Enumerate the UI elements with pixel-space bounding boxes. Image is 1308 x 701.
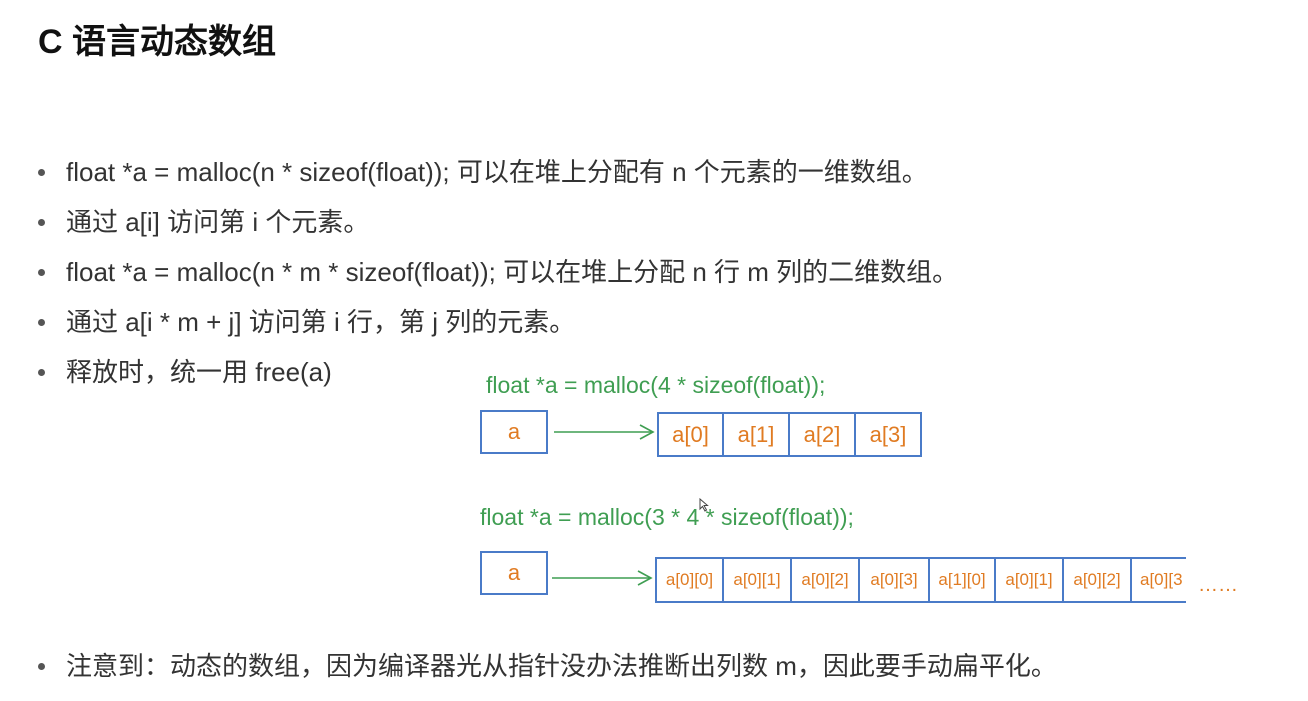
bullet-text: 通过 a[i * m + j] 访问第 i 行，第 j 列的元素。 (66, 307, 576, 337)
diagram2-cell: a[0][1] (994, 557, 1064, 603)
bullet-item: float *a = malloc(n * sizeof(float)); 可以… (36, 150, 958, 200)
diagram2-cell: a[0][3] (858, 557, 930, 603)
diagram1-code: float *a = malloc(4 * sizeof(float)); (486, 372, 826, 398)
bullet-dot (38, 369, 45, 376)
page-title: C 语言动态数组 (38, 23, 276, 61)
diagram1-arrow-icon (554, 424, 655, 440)
bullet-dot (38, 663, 45, 670)
bullet-item: float *a = malloc(n * m * sizeof(float))… (36, 250, 958, 300)
bullet-item: 通过 a[i] 访问第 i 个元素。 (36, 200, 958, 250)
diagram2-code: float *a = malloc(3 * 4 * sizeof(float))… (480, 504, 854, 530)
bullet-dot (38, 319, 45, 326)
diagram2-arrow-icon (552, 570, 653, 586)
diagram2-cell: a[0][0] (655, 557, 724, 603)
bullet-list: float *a = malloc(n * sizeof(float)); 可以… (36, 150, 958, 400)
diagram1-cell: a[1] (722, 412, 790, 457)
bullet-text: float *a = malloc(n * sizeof(float)); 可以… (66, 157, 928, 187)
bullet-text: float *a = malloc(n * m * sizeof(float))… (66, 257, 959, 287)
mouse-cursor-icon (699, 498, 709, 512)
diagram2-ellipsis: …… (1198, 574, 1238, 596)
diagram1-pointer-box: a (480, 410, 548, 454)
bullet-dot (38, 269, 45, 276)
diagram1-cell: a[2] (788, 412, 856, 457)
diagram2-cell: a[0][3 (1130, 557, 1186, 603)
diagram1-cell: a[0] (657, 412, 724, 457)
diagram2-pointer-box: a (480, 551, 548, 595)
diagram2-cell: a[0][2] (1062, 557, 1132, 603)
diagram2-cell: a[0][2] (790, 557, 860, 603)
note-item: 注意到：动态的数组，因为编译器光从指针没办法推断出列数 m，因此要手动扁平化。 (36, 644, 1057, 688)
bullet-item: 通过 a[i * m + j] 访问第 i 行，第 j 列的元素。 (36, 300, 958, 350)
note-text: 注意到：动态的数组，因为编译器光从指针没办法推断出列数 m，因此要手动扁平化。 (66, 651, 1057, 681)
bullet-text: 通过 a[i] 访问第 i 个元素。 (66, 207, 370, 237)
diagram2-array: a[0][0] a[0][1] a[0][2] a[0][3] a[1][0] … (655, 556, 1186, 604)
diagram2-cell: a[0][1] (722, 557, 792, 603)
diagram1-cell: a[3] (854, 412, 922, 457)
bullet-dot (38, 169, 45, 176)
bullet-text: 释放时，统一用 free(a) (66, 357, 332, 387)
diagram2-cell: a[1][0] (928, 557, 996, 603)
bullet-dot (38, 219, 45, 226)
